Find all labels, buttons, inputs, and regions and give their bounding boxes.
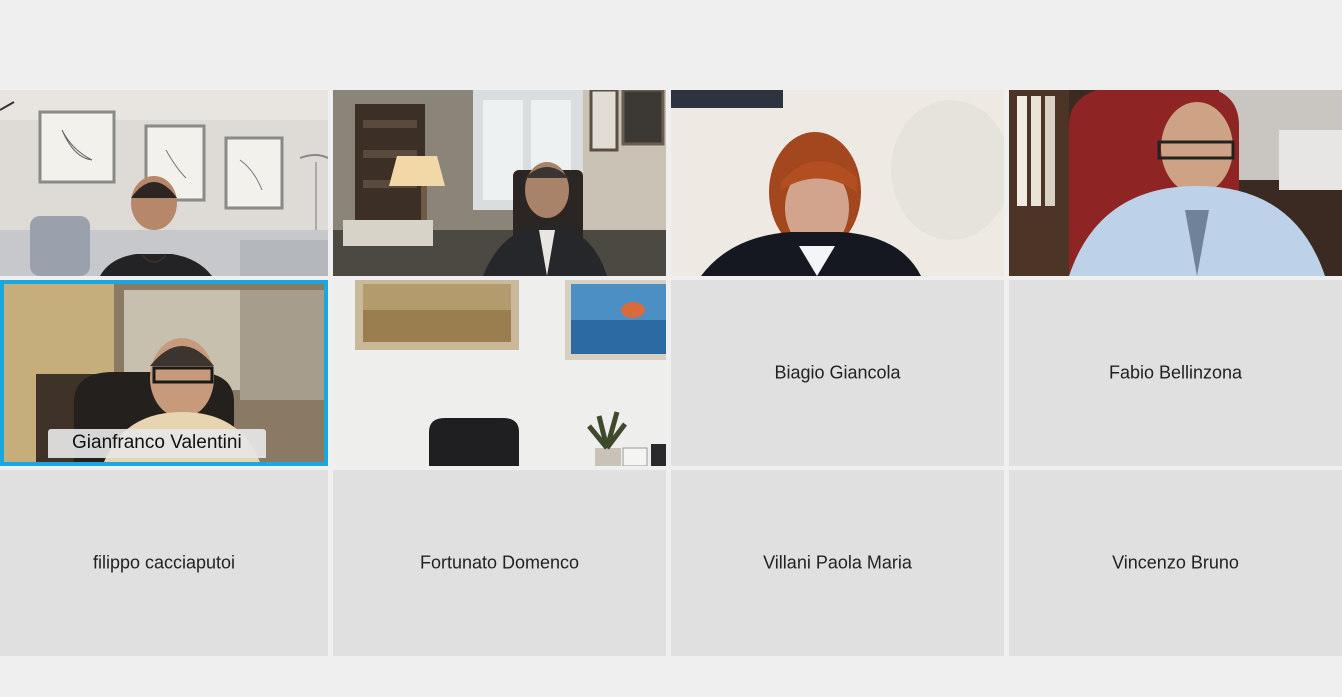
- video-feed-empty-office: [333, 280, 666, 466]
- participant-name: Fortunato Domenco: [419, 552, 580, 573]
- participant-name: Biagio Giancola: [774, 362, 901, 383]
- video-tile-4[interactable]: [1009, 90, 1342, 276]
- video-tile-active-speaker[interactable]: Gianfranco Valentini: [0, 280, 328, 466]
- participant-name: filippo cacciaputoi: [92, 552, 236, 573]
- video-tile-2[interactable]: [333, 90, 666, 276]
- participant-tile-9[interactable]: filippo cacciaputoi: [0, 470, 328, 656]
- video-tile-3[interactable]: [671, 90, 1004, 276]
- participant-tile-10[interactable]: Fortunato Domenco: [333, 470, 666, 656]
- participant-tile-8[interactable]: Fabio Bellinzona: [1009, 280, 1342, 466]
- video-tile-6[interactable]: [333, 280, 666, 466]
- video-feed-woman-living-room: [0, 90, 328, 276]
- participant-name: Vincenzo Bruno: [1112, 552, 1239, 573]
- participant-tile-11[interactable]: Villani Paola Maria: [671, 470, 1004, 656]
- participant-tile-12[interactable]: Vincenzo Bruno: [1009, 470, 1342, 656]
- video-tile-1[interactable]: [0, 90, 328, 276]
- participant-name: Villani Paola Maria: [763, 552, 912, 573]
- participant-tile-7[interactable]: Biagio Giancola: [671, 280, 1004, 466]
- active-speaker-name-label: Gianfranco Valentini: [48, 429, 266, 458]
- video-feed-woman-red-hair: [671, 90, 1004, 276]
- video-feed-man-red-chair: [1009, 90, 1342, 276]
- video-feed-man-study: [333, 90, 666, 276]
- meeting-stage: Gianfranco Valentini Biagio Giancola Fab…: [0, 0, 1342, 697]
- participant-name: Fabio Bellinzona: [1108, 362, 1243, 383]
